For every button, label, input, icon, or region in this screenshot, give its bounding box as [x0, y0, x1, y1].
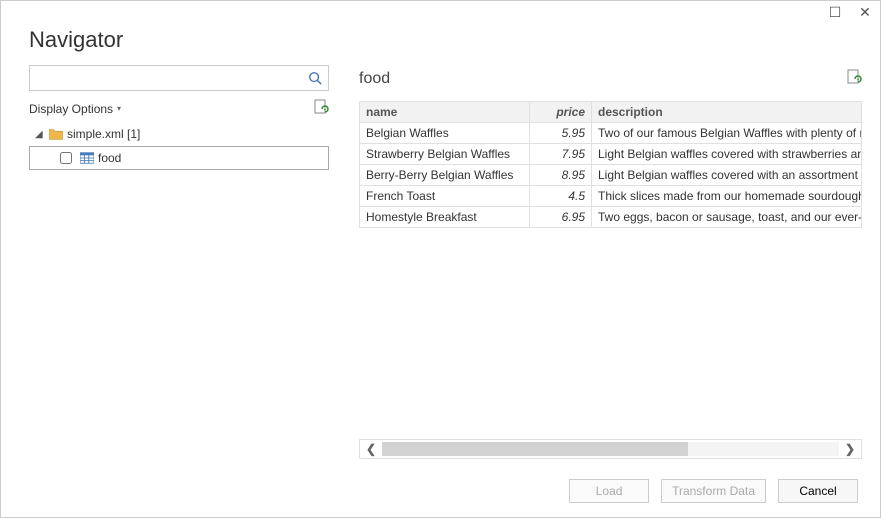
cell-price: 4.5: [530, 186, 592, 207]
preview-table-container: name price description Belgian Waffles5.…: [359, 93, 862, 228]
cell-name: Homestyle Breakfast: [360, 207, 530, 228]
folder-icon: [49, 128, 63, 140]
table-row[interactable]: Homestyle Breakfast6.95Two eggs, bacon o…: [360, 207, 862, 228]
transform-data-button[interactable]: Transform Data: [661, 479, 766, 503]
tree-root-item[interactable]: ◢ simple.xml [1]: [29, 122, 329, 146]
expand-collapse-icon[interactable]: ◢: [35, 129, 45, 140]
search-box[interactable]: [29, 65, 329, 91]
cell-price: 5.95: [530, 123, 592, 144]
cell-description: Two of our famous Belgian Waffles with p…: [592, 123, 862, 144]
table-header-row: name price description: [360, 102, 862, 123]
search-icon[interactable]: [308, 71, 322, 85]
cell-description: Light Belgian waffles covered with straw…: [592, 144, 862, 165]
footer-button-row: Load Transform Data Cancel: [1, 465, 880, 517]
table-row[interactable]: French Toast4.5Thick slices made from ou…: [360, 186, 862, 207]
close-icon[interactable]: ✕: [856, 4, 874, 21]
preview-title: food: [359, 70, 390, 88]
cell-name: French Toast: [360, 186, 530, 207]
scroll-track[interactable]: [382, 442, 839, 456]
scroll-thumb[interactable]: [382, 442, 688, 456]
tree-item-checkbox[interactable]: [60, 152, 72, 164]
preview-refresh-icon[interactable]: [846, 69, 862, 90]
cell-price: 7.95: [530, 144, 592, 165]
chevron-down-icon: ▾: [117, 104, 121, 113]
refresh-icon[interactable]: [313, 99, 329, 118]
display-options-row: Display Options ▾: [29, 99, 329, 118]
navigator-window: ☐ ✕ Navigator Display Options ▾: [0, 0, 881, 518]
cell-price: 6.95: [530, 207, 592, 228]
preview-table: name price description Belgian Waffles5.…: [359, 101, 862, 228]
tree-child-label: food: [98, 151, 121, 165]
table-row[interactable]: Strawberry Belgian Waffles7.95Light Belg…: [360, 144, 862, 165]
cancel-button[interactable]: Cancel: [778, 479, 858, 503]
tree-child-item[interactable]: food: [29, 146, 329, 170]
page-title: Navigator: [29, 27, 852, 53]
cell-description: Thick slices made from our homemade sour…: [592, 186, 862, 207]
column-header-description[interactable]: description: [592, 102, 862, 123]
load-button[interactable]: Load: [569, 479, 649, 503]
table-icon: [80, 152, 94, 164]
cell-name: Belgian Waffles: [360, 123, 530, 144]
column-header-name[interactable]: name: [360, 102, 530, 123]
title-row: Navigator: [1, 23, 880, 65]
column-header-price[interactable]: price: [530, 102, 592, 123]
table-row[interactable]: Berry-Berry Belgian Waffles8.95Light Bel…: [360, 165, 862, 186]
horizontal-scrollbar[interactable]: ❮ ❯: [359, 439, 862, 459]
tree-root-label: simple.xml [1]: [67, 127, 140, 141]
display-options-label: Display Options: [29, 102, 113, 116]
cell-description: Two eggs, bacon or sausage, toast, and o…: [592, 207, 862, 228]
maximize-icon[interactable]: ☐: [826, 4, 844, 21]
scroll-right-button[interactable]: ❯: [839, 440, 861, 458]
scroll-left-button[interactable]: ❮: [360, 440, 382, 458]
content-area: Display Options ▾ ◢ simple.xml [1]: [1, 65, 880, 465]
cell-description: Light Belgian waffles covered with an as…: [592, 165, 862, 186]
navigator-tree-pane: Display Options ▾ ◢ simple.xml [1]: [29, 65, 329, 465]
table-row[interactable]: Belgian Waffles5.95Two of our famous Bel…: [360, 123, 862, 144]
cell-name: Berry-Berry Belgian Waffles: [360, 165, 530, 186]
titlebar: ☐ ✕: [1, 1, 880, 23]
display-options-button[interactable]: Display Options ▾: [29, 102, 121, 116]
preview-header: food: [359, 65, 862, 93]
cell-name: Strawberry Belgian Waffles: [360, 144, 530, 165]
tree: ◢ simple.xml [1]: [29, 122, 329, 170]
search-input[interactable]: [36, 71, 308, 85]
preview-pane: food name price description Belgia: [359, 65, 862, 465]
cell-price: 8.95: [530, 165, 592, 186]
